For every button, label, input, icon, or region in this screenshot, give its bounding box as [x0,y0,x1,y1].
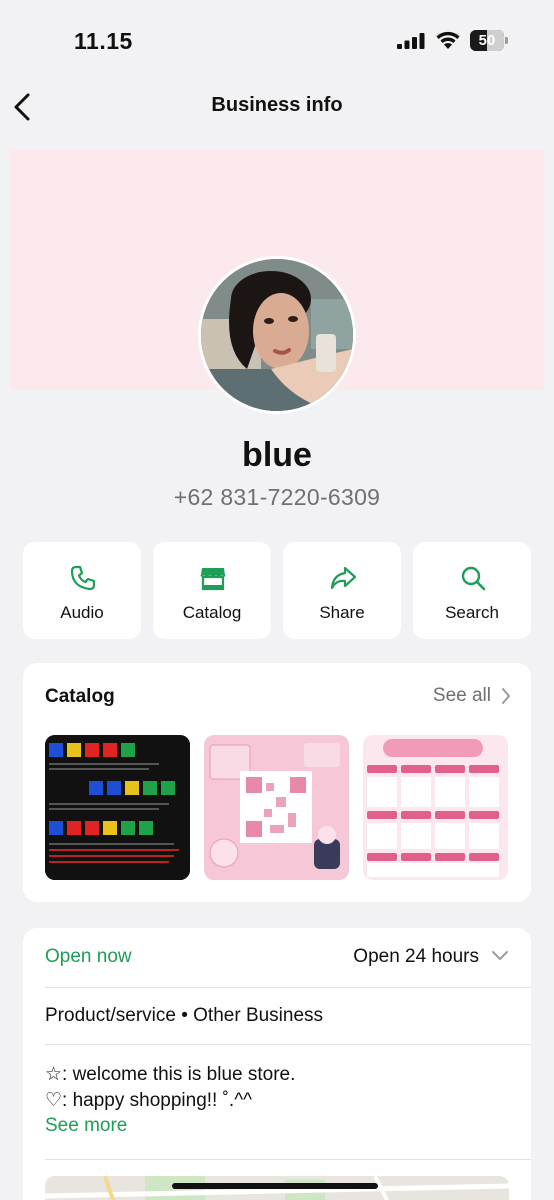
business-hours-row[interactable]: Open now Open 24 hours [23,928,531,987]
business-hours: Open 24 hours [353,946,479,967]
navigation-bar: Business info [0,80,554,136]
chevron-right-icon [502,688,510,704]
catalog-thumbnail [45,735,190,880]
action-buttons: Audio Catalog Share Search [23,542,531,639]
chevron-down-icon [492,951,508,960]
share-arrow-icon [330,566,357,590]
status-bar: 11.15 50 [0,0,554,80]
phone-number[interactable]: +62 831-7220-6309 [0,484,554,511]
home-indicator[interactable] [172,1183,378,1189]
status-time: 11.15 [74,28,133,54]
description-line-2: ♡: happy shopping!! ˚.^^ [45,1090,253,1111]
description-line-1: ☆: welcome this is blue store. [45,1064,296,1085]
see-all-link[interactable]: See all [433,685,511,707]
phone-icon [70,565,96,591]
search-label: Search [445,603,499,622]
catalog-thumbnail [363,735,508,880]
catalog-section: Catalog See all [23,663,531,902]
avatar[interactable] [198,256,356,414]
divider [45,987,531,988]
page-title: Business info [211,94,343,116]
battery-indicator: 50 [470,30,508,51]
battery-level: 50 [478,32,496,49]
business-name: blue [242,436,312,474]
catalog-item-pink-qr[interactable] [204,735,349,880]
business-info-section: Open now Open 24 hours Product/service •… [23,928,531,1200]
catalog-item-pricelist[interactable] [363,735,508,880]
avatar-photo [201,259,353,411]
catalog-item-profiles[interactable] [45,735,190,880]
divider [45,1044,531,1045]
wifi-icon [436,31,460,49]
audio-label: Audio [60,603,104,622]
business-category: Product/service • Other Business [45,1005,324,1026]
share-button[interactable]: Share [283,542,401,639]
audio-call-button[interactable]: Audio [23,542,141,639]
catalog-label: Catalog [182,603,242,622]
catalog-thumbnail [204,735,349,880]
see-all-label: See all [432,685,491,706]
cellular-signal-icon [397,33,425,49]
catalog-button[interactable]: Catalog [153,542,271,639]
search-button[interactable]: Search [413,542,531,639]
open-status: Open now [45,946,132,967]
search-icon [461,566,486,591]
see-more-link[interactable]: See more [45,1115,127,1137]
divider [45,1159,531,1160]
catalog-title: Catalog [45,686,115,707]
store-icon [200,568,226,591]
share-label: Share [319,603,365,622]
